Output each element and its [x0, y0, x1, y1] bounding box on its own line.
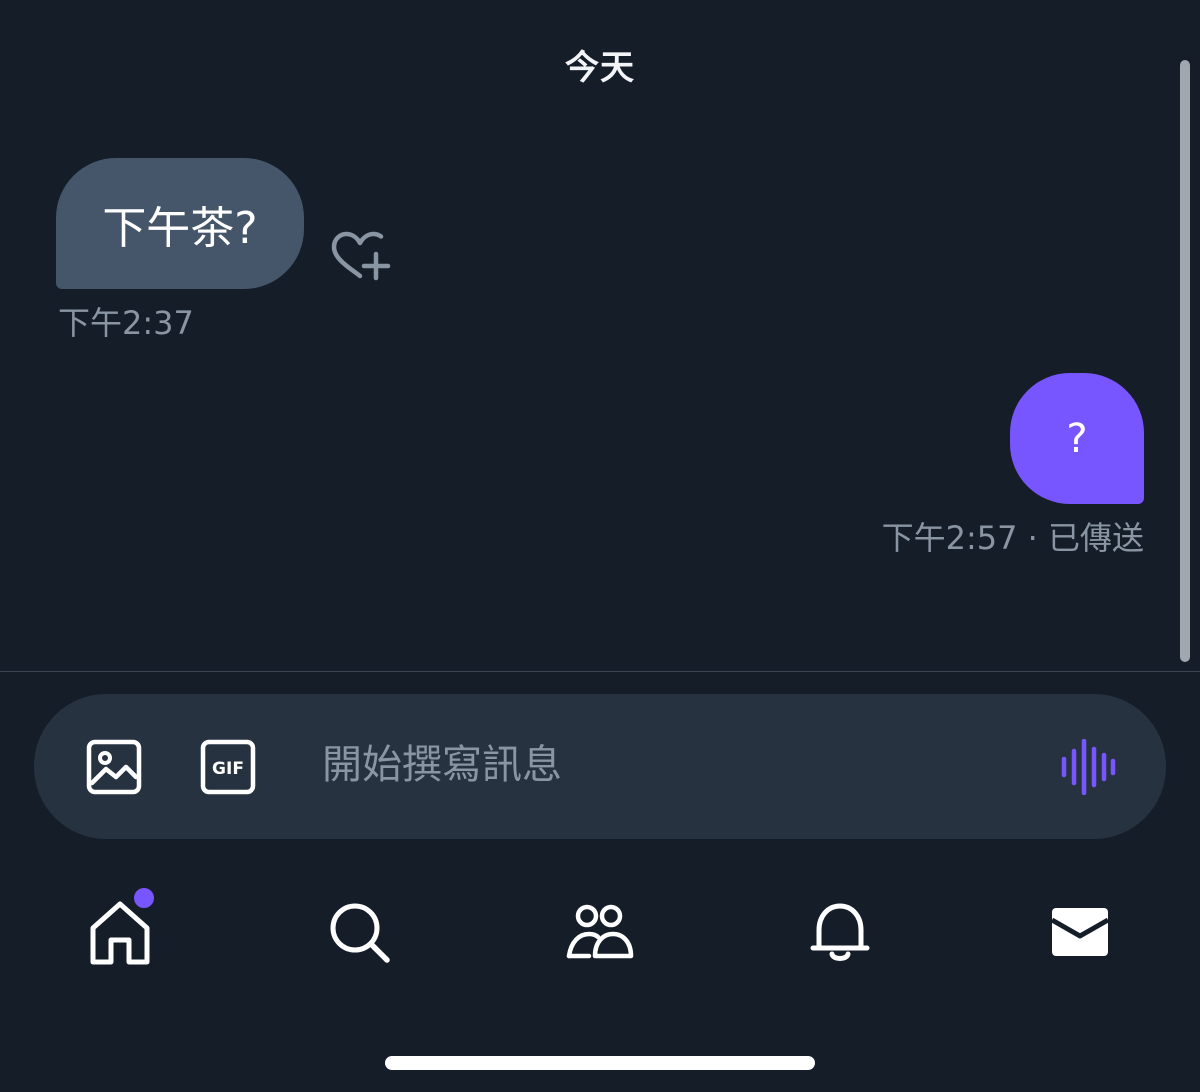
message-input[interactable]	[322, 732, 1022, 798]
image-icon	[86, 739, 142, 795]
home-indicator-bar[interactable]	[385, 1056, 815, 1070]
nav-notifications[interactable]	[805, 898, 875, 968]
incoming-message-bubble[interactable]: 下午茶?	[56, 158, 304, 289]
gif-icon: GIF	[200, 739, 256, 795]
search-icon	[330, 903, 390, 963]
composer-divider	[0, 671, 1200, 672]
incoming-message-text: 下午茶?	[102, 202, 258, 254]
date-separator: 今天	[565, 48, 635, 88]
add-reaction-button[interactable]	[328, 228, 392, 284]
message-composer: GIF	[34, 694, 1166, 839]
voice-message-button[interactable]	[1058, 738, 1118, 796]
notifications-bell-icon	[810, 903, 870, 961]
scrollbar[interactable]	[1180, 60, 1190, 662]
outgoing-message-status: 下午2:57 · 已傳送	[881, 519, 1144, 557]
attach-gif-button[interactable]: GIF	[200, 739, 256, 795]
nav-messages[interactable]	[1045, 898, 1115, 968]
attach-image-button[interactable]	[86, 739, 142, 795]
nav-communities[interactable]	[565, 898, 635, 968]
voice-waveform-icon	[1061, 738, 1116, 796]
heart-plus-icon	[331, 231, 391, 281]
gif-label: GIF	[212, 759, 244, 779]
messages-envelope-icon	[1050, 908, 1110, 956]
dm-conversation-screen: 今天 下午茶? 下午2:37 ? 下午2:57 · 已傳送 GIF 開始撰寫訊息	[0, 0, 1200, 1092]
communities-icon	[566, 904, 634, 959]
home-notification-badge	[132, 886, 156, 910]
outgoing-message-text: ?	[1066, 415, 1088, 462]
incoming-message-time: 下午2:37	[58, 304, 194, 342]
nav-search[interactable]	[325, 898, 395, 968]
outgoing-message-bubble[interactable]: ?	[1010, 373, 1144, 504]
